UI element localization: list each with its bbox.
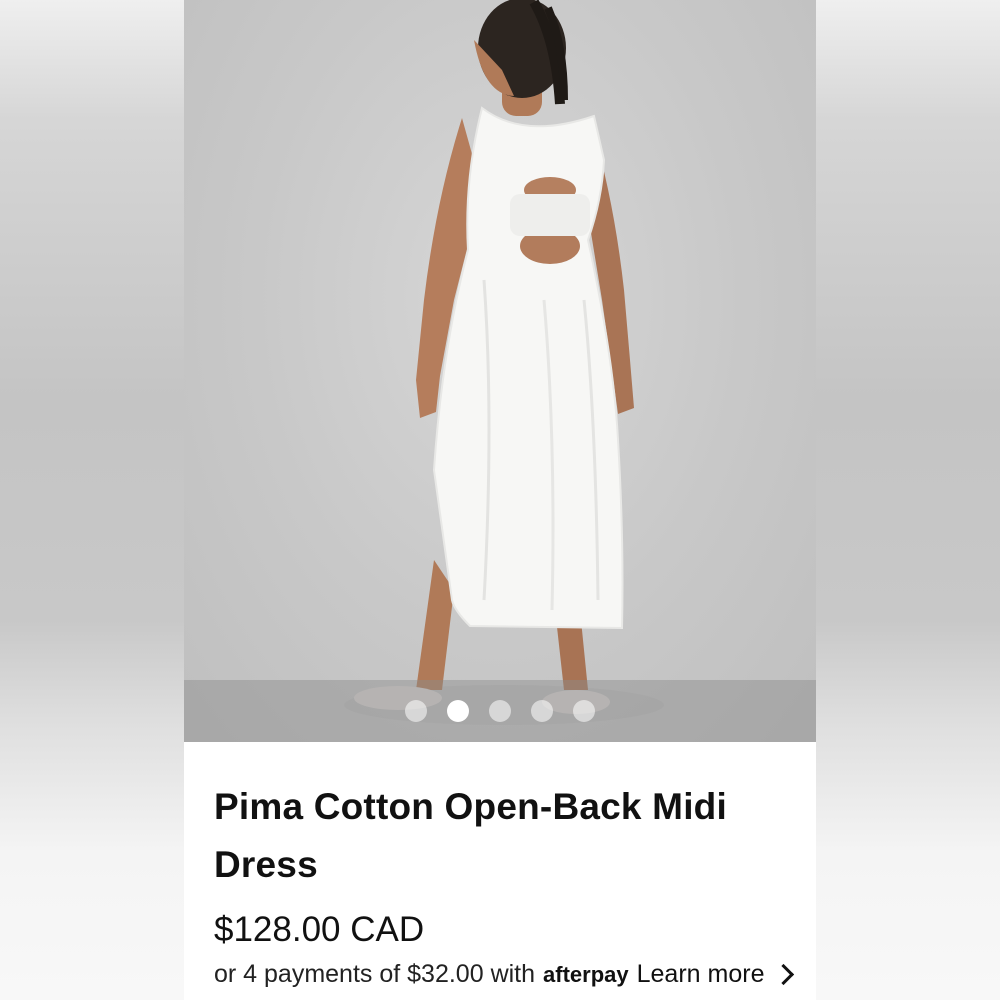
blurred-background-left — [0, 0, 184, 1000]
chevron-right-icon[interactable] — [773, 963, 795, 986]
carousel-dot-2-active[interactable] — [447, 700, 469, 722]
afterpay-logo: afterpay — [543, 961, 629, 987]
installments-text: or 4 payments of $32.00 with — [214, 960, 536, 988]
product-page: Pima Cotton Open-Back Midi Dress $128.00… — [184, 0, 816, 1000]
product-info: Pima Cotton Open-Back Midi Dress $128.00… — [184, 742, 816, 1000]
installments-row: or 4 payments of $32.00 with afterpay Le… — [214, 960, 795, 989]
blurred-background-right — [816, 0, 1000, 1000]
carousel-dot-5[interactable] — [573, 700, 595, 722]
carousel-dot-3[interactable] — [489, 700, 511, 722]
carousel-dot-1[interactable] — [405, 700, 427, 722]
model-illustration — [344, 0, 664, 725]
product-title: Pima Cotton Open-Back Midi Dress — [214, 786, 727, 885]
learn-more-link[interactable]: Learn more — [637, 960, 765, 989]
screenshot-frame: Pima Cotton Open-Back Midi Dress $128.00… — [0, 0, 1000, 1000]
product-price: $128.00 CAD — [214, 910, 425, 949]
carousel-dots — [184, 700, 816, 722]
product-image[interactable] — [184, 0, 816, 742]
carousel-dot-4[interactable] — [531, 700, 553, 722]
